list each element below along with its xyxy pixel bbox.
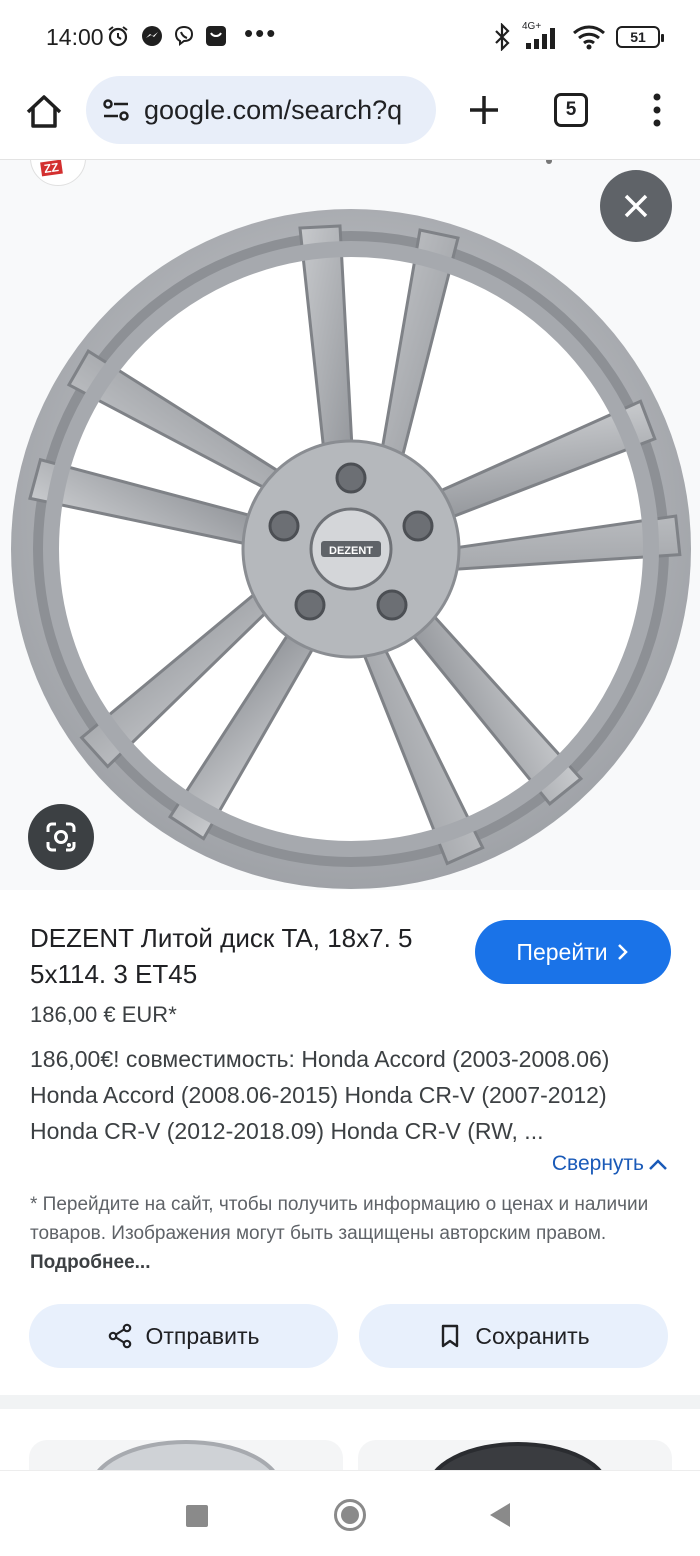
viewer-indicator (546, 160, 552, 164)
status-time: 14:00 (46, 24, 104, 50)
tab-switcher-button[interactable]: 5 (554, 93, 588, 127)
viber-icon (174, 25, 194, 46)
close-icon (624, 194, 648, 218)
share-label: Отправить (145, 1322, 260, 1349)
section-divider (0, 1395, 700, 1409)
url-text[interactable]: google.com/search?q (144, 95, 426, 126)
share-icon (109, 1323, 132, 1349)
chevron-up-icon (649, 1159, 667, 1170)
bookmark-icon (442, 1324, 459, 1348)
bluetooth-icon (495, 23, 510, 51)
system-nav-bar (0, 1470, 700, 1556)
wheel-brand-label: DEZENT (329, 545, 373, 557)
product-title[interactable]: DEZENT Литой диск TA, 18x7. 5 5x114. 3 E… (30, 920, 460, 992)
app-notification-icon (206, 26, 226, 46)
home-button[interactable] (334, 1499, 366, 1531)
chevron-right-icon (617, 944, 628, 960)
recent-apps-button[interactable] (186, 1505, 208, 1527)
battery-icon: 51 (616, 26, 664, 48)
visit-site-button[interactable]: Перейти (475, 920, 671, 984)
more-menu-icon[interactable] (640, 88, 674, 132)
status-bar: 14:00 ••• 4G+ 51 (0, 0, 700, 76)
save-button[interactable]: Сохранить (359, 1304, 668, 1368)
network-type: 4G+ (522, 21, 542, 32)
lens-icon (46, 822, 76, 852)
site-favicon: ZZ (30, 160, 86, 186)
google-lens-button[interactable] (28, 804, 94, 870)
disclaimer: * Перейдите на сайт, чтобы получить инфо… (30, 1190, 670, 1277)
more-notifications-icon: ••• (244, 18, 278, 48)
site-settings-icon[interactable] (102, 98, 130, 122)
share-button[interactable]: Отправить (29, 1304, 338, 1368)
messenger-icon (142, 26, 162, 46)
image-viewer: ZZ DEZENT (0, 160, 700, 890)
alarm-icon (108, 26, 128, 47)
wheel-image[interactable]: DEZENT (10, 208, 692, 890)
wifi-icon (573, 25, 605, 50)
save-label: Сохранить (475, 1322, 590, 1349)
product-price: 186,00 € EUR* (30, 1002, 177, 1027)
battery-level: 51 (630, 29, 646, 45)
new-tab-icon[interactable] (462, 88, 506, 132)
collapse-button[interactable]: Свернуть (552, 1152, 668, 1176)
home-icon[interactable] (22, 90, 66, 134)
address-bar[interactable]: google.com/search?q (86, 76, 436, 144)
back-button[interactable] (490, 1503, 510, 1527)
product-description: 186,00€! совместимость: Honda Accord (20… (30, 1046, 610, 1144)
visit-site-label: Перейти (516, 938, 608, 965)
collapse-label: Свернуть (551, 1152, 644, 1175)
cell-signal-icon: 4G+ (522, 21, 562, 51)
learn-more-link[interactable]: Подробнее... (30, 1252, 150, 1273)
disclaimer-text: * Перейдите на сайт, чтобы получить инфо… (30, 1194, 649, 1244)
close-viewer-button[interactable] (600, 170, 672, 242)
status-indicators: 4G+ 51 (492, 21, 664, 52)
browser-toolbar: google.com/search?q 5 (0, 76, 700, 160)
tab-count: 5 (565, 99, 577, 120)
